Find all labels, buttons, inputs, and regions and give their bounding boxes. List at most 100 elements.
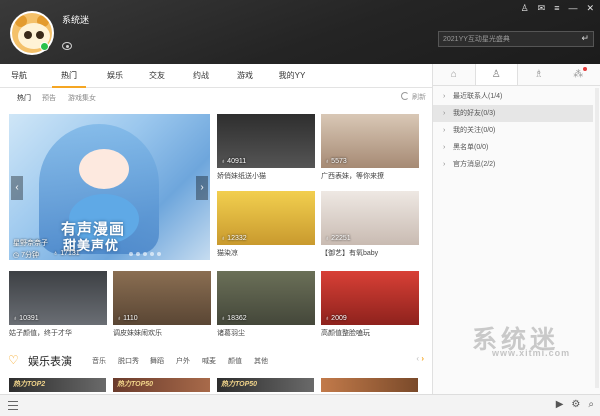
list-my-follows[interactable]: › 我的关注(0/0)	[433, 122, 593, 139]
subtab-game-girls[interactable]: 游戏集女	[68, 93, 96, 103]
settings-icon[interactable]: ⚙	[571, 399, 580, 410]
list-blacklist[interactable]: › 黑名单(0/0)	[433, 139, 593, 156]
room-card[interactable]: 10391 姑子颜值，终于才华	[9, 271, 107, 339]
room-title: 【御艺】有氧baby	[321, 250, 379, 257]
list-recent-contacts[interactable]: › 最近联系人(1/4)	[433, 88, 593, 105]
bottom-toolbar: ▶ ⚙ ⌕	[0, 394, 600, 416]
mail-icon[interactable]: ✉	[538, 3, 546, 13]
list-my-friends[interactable]: › 我的好友(0/3)	[433, 105, 593, 122]
pager-dot[interactable]	[157, 252, 161, 256]
pager-dot[interactable]	[143, 252, 147, 256]
category-shout[interactable]: 喊麦	[202, 356, 216, 366]
search-box: ↵	[438, 31, 594, 47]
banner-streamer: 星野奈奈子	[13, 240, 48, 247]
refresh-button[interactable]: 刷新	[401, 92, 426, 102]
heart-icon: ♡	[8, 353, 19, 367]
hot-rank-card[interactable]: 热力TOP2	[9, 378, 106, 392]
avatar-eye-right	[36, 31, 44, 39]
banner-viewers: ♁ 17131	[53, 250, 80, 257]
list-item-label: 我的好友(0/3)	[453, 110, 496, 117]
entertainment-section-header: ♡ 娱乐表演 音乐 脱口秀 舞蹈 户外 喊麦 颜值 其他 ‹ ›	[0, 350, 432, 370]
hot-rank-card[interactable]: 热力TOP50	[217, 378, 314, 392]
banner-character-face	[79, 149, 129, 189]
room-title: 调皮妹妹闹欢乐	[113, 330, 162, 337]
visibility-icon[interactable]	[62, 42, 72, 50]
category-music[interactable]: 音乐	[92, 356, 106, 366]
tab-entertainment[interactable]: 娱乐	[98, 64, 132, 88]
room-card[interactable]: 18362 诸葛羽尘	[217, 271, 315, 339]
search-icon[interactable]: ⌕	[588, 399, 594, 410]
apps-icon[interactable]: ⁂	[560, 64, 600, 85]
video-icon[interactable]: ▶	[556, 399, 564, 410]
banner-viewers-value: 17131	[60, 250, 80, 257]
home-icon[interactable]: ⌂	[433, 64, 475, 85]
room-title: 广西表妹，等你来撩	[321, 173, 384, 180]
watermark-url: www.xitmi.com	[492, 348, 571, 358]
close-icon[interactable]: ✕	[586, 3, 594, 13]
menu-icon[interactable]: ≡	[554, 3, 559, 13]
tab-social[interactable]: 交友	[140, 64, 174, 88]
search-input[interactable]	[443, 32, 571, 46]
category-looks[interactable]: 颜值	[228, 356, 242, 366]
minimize-icon[interactable]: —	[568, 3, 577, 13]
room-viewers: 40911	[221, 158, 246, 165]
tab-navigation[interactable]: 导航	[2, 64, 36, 88]
subtab-hot[interactable]: 热门	[17, 93, 31, 103]
tab-hot[interactable]: 热门	[52, 64, 86, 88]
list-official-messages[interactable]: › 官方消息(2/2)	[433, 156, 593, 173]
room-viewers: 18362	[221, 315, 246, 322]
username[interactable]: 系统迷	[62, 13, 89, 26]
room-viewers: 1110	[117, 315, 138, 322]
chevron-right-icon: ›	[443, 110, 446, 117]
room-title: 诸葛羽尘	[217, 330, 245, 337]
subtab-preview[interactable]: 预告	[42, 93, 56, 103]
online-status-icon	[40, 42, 49, 51]
contact-icon[interactable]: ♗	[518, 64, 560, 85]
banner-pager	[129, 252, 161, 256]
room-viewers: 2009	[325, 315, 347, 322]
room-title: 猫染凉	[217, 250, 238, 257]
room-title: 娇俏妹纸送小猫	[217, 173, 266, 180]
pager-dot[interactable]	[136, 252, 140, 256]
panel-scrollbar[interactable]	[595, 88, 599, 388]
room-viewers: 22251	[325, 235, 350, 242]
enter-icon[interactable]: ↵	[581, 33, 589, 44]
room-card[interactable]: 2009 高颜值整脸嗑玩	[321, 271, 419, 339]
prev-arrow-icon[interactable]: ‹	[416, 354, 419, 363]
category-dance[interactable]: 舞蹈	[150, 356, 164, 366]
category-talkshow[interactable]: 脱口秀	[118, 356, 139, 366]
friend-icon[interactable]: ♙	[474, 64, 518, 85]
room-card[interactable]: 22251 【御艺】有氧baby	[321, 191, 419, 259]
room-viewers: 5573	[325, 158, 347, 165]
room-card[interactable]: 40911 娇俏妹纸送小猫	[217, 114, 315, 182]
refresh-icon	[401, 92, 409, 100]
next-arrow-icon[interactable]: ›	[421, 354, 424, 363]
notification-dot	[583, 67, 588, 71]
pager-dot[interactable]	[150, 252, 154, 256]
tab-my-yy[interactable]: 我的YY	[272, 64, 312, 88]
room-card[interactable]: 5573 广西表妹，等你来撩	[321, 114, 419, 182]
refresh-label: 刷新	[412, 94, 426, 101]
shirt-icon[interactable]: ♙	[521, 3, 529, 13]
banner-next-button[interactable]: ›	[196, 176, 208, 200]
app-header: 系统迷 ♙ ✉ ≡ — ✕ ↵	[0, 0, 600, 64]
banner-time: ◷ 7分钟	[13, 252, 39, 259]
pager-dot[interactable]	[129, 252, 133, 256]
section-pager[interactable]: ‹ ›	[416, 354, 424, 363]
featured-banner[interactable]: 有声漫画 甜美声优 星野奈奈子 ◷ 7分钟 ♁ 17131 ‹ ›	[9, 114, 210, 260]
chevron-right-icon: ›	[443, 93, 446, 100]
hot-rank-card[interactable]	[321, 378, 418, 392]
main-menu-icon[interactable]	[8, 401, 18, 410]
category-outdoor[interactable]: 户外	[176, 356, 190, 366]
room-card[interactable]: 12332 猫染凉	[217, 191, 315, 259]
list-item-label: 官方消息(2/2)	[453, 161, 496, 168]
tab-battle[interactable]: 约战	[184, 64, 218, 88]
tab-games[interactable]: 游戏	[228, 64, 262, 88]
category-other[interactable]: 其他	[254, 356, 268, 366]
banner-prev-button[interactable]: ‹	[11, 176, 23, 200]
room-title: 高颜值整脸嗑玩	[321, 330, 370, 337]
room-card[interactable]: 1110 调皮妹妹闹欢乐	[113, 271, 211, 339]
chevron-right-icon: ›	[443, 161, 446, 168]
hot-rank-card[interactable]: 热力TOP50	[113, 378, 210, 392]
friends-panel-tabs: ⌂ ♙ ♗ ⁂	[433, 64, 600, 86]
